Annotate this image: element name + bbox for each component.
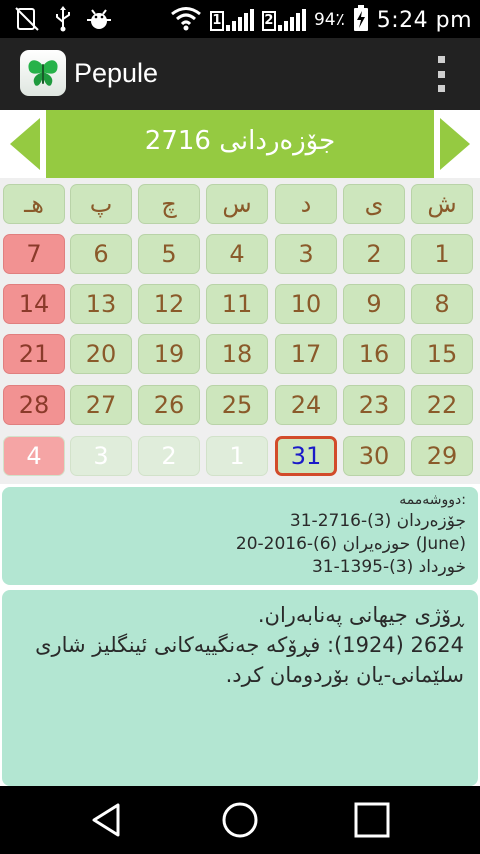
battery-charging-icon bbox=[353, 4, 369, 36]
day-cell[interactable]: 27 bbox=[70, 385, 132, 425]
sim2-label: 2 bbox=[261, 11, 276, 31]
chevron-left-icon bbox=[10, 118, 40, 170]
month-title: جۆزەردانی 2716 bbox=[144, 126, 336, 156]
day-cell-next-month[interactable]: 2 bbox=[138, 436, 200, 476]
overflow-menu-icon[interactable] bbox=[438, 56, 446, 92]
no-sim-icon bbox=[14, 6, 40, 36]
usb-icon bbox=[54, 6, 72, 36]
day-cell-next-month[interactable]: 3 bbox=[70, 436, 132, 476]
signal-icon bbox=[277, 9, 306, 31]
sim1-label: 1 bbox=[209, 11, 224, 31]
day-cell-weekend[interactable]: 21 bbox=[3, 334, 65, 374]
weekday-header: د bbox=[275, 184, 337, 224]
back-icon[interactable] bbox=[88, 800, 128, 840]
day-cell-weekend[interactable]: 7 bbox=[3, 234, 65, 274]
weekday-header: پ bbox=[70, 184, 132, 224]
home-icon[interactable] bbox=[220, 800, 260, 840]
signal-icon bbox=[225, 9, 254, 31]
calendar-grid: ش ی د س چ پ هـ 1 2 3 4 5 6 7 8 9 10 11 1… bbox=[0, 178, 480, 484]
month-header: جۆزەردانی 2716 bbox=[0, 110, 480, 178]
day-cell[interactable]: 12 bbox=[138, 284, 200, 324]
day-cell[interactable]: 1 bbox=[411, 234, 473, 274]
day-cell[interactable]: 20 bbox=[70, 334, 132, 374]
day-cell-next-month[interactable]: 1 bbox=[206, 436, 268, 476]
day-cell[interactable]: 6 bbox=[70, 234, 132, 274]
day-cell[interactable]: 3 bbox=[275, 234, 337, 274]
day-cell[interactable]: 30 bbox=[343, 436, 405, 476]
day-cell[interactable]: 19 bbox=[138, 334, 200, 374]
weekday-header: چ bbox=[138, 184, 200, 224]
prev-month-button[interactable] bbox=[0, 110, 46, 178]
day-cell[interactable]: 23 bbox=[343, 385, 405, 425]
battery-percent: 94٪ bbox=[313, 10, 345, 30]
day-cell[interactable]: 8 bbox=[411, 284, 473, 324]
day-cell[interactable]: 17 bbox=[275, 334, 337, 374]
day-cell[interactable]: 22 bbox=[411, 385, 473, 425]
day-cell-weekend[interactable]: 14 bbox=[3, 284, 65, 324]
navigation-bar bbox=[0, 786, 480, 854]
day-cell[interactable]: 13 bbox=[70, 284, 132, 324]
wifi-icon bbox=[170, 5, 202, 35]
event-line: سلێمانی-یان بۆردومان کرد. bbox=[225, 663, 464, 687]
sim2-signal: 2 bbox=[261, 9, 306, 31]
status-right-icons: 1 2 94٪ 5:24 pm bbox=[170, 4, 472, 36]
clock: 5:24 pm bbox=[376, 7, 472, 33]
butterfly-icon bbox=[20, 50, 66, 96]
next-month-button[interactable] bbox=[434, 110, 480, 178]
day-cell[interactable]: 25 bbox=[206, 385, 268, 425]
day-cell[interactable]: 15 bbox=[411, 334, 473, 374]
day-cell[interactable]: 11 bbox=[206, 284, 268, 324]
day-cell-weekend[interactable]: 28 bbox=[3, 385, 65, 425]
event-line: 2624 (1924): فڕۆکە جەنگییەکانی ئینگلیز ش… bbox=[35, 633, 464, 657]
date-info-panel: دووشەممە: 31-جۆزەردان (3)-2716 20-حوزەیر… bbox=[2, 487, 478, 585]
day-cell-next-month-weekend[interactable]: 4 bbox=[3, 436, 65, 476]
weekday-header: س bbox=[206, 184, 268, 224]
weekday-label: دووشەممە: bbox=[399, 492, 466, 508]
android-debug-icon bbox=[86, 6, 112, 36]
day-cell-today[interactable]: 31 bbox=[275, 436, 337, 476]
day-cell[interactable]: 24 bbox=[275, 385, 337, 425]
day-cell[interactable]: 10 bbox=[275, 284, 337, 324]
day-cell[interactable]: 4 bbox=[206, 234, 268, 274]
app-title: Pepule bbox=[74, 58, 159, 88]
gregorian-date: 20-حوزەیران (6)-2016 (June) bbox=[235, 534, 466, 554]
app-bar: Pepule bbox=[0, 38, 480, 110]
event-line: ڕۆژی جیهانی پەنابەران. bbox=[257, 603, 464, 627]
status-bar: 1 2 94٪ 5:24 pm bbox=[0, 0, 480, 38]
kurdish-date: 31-جۆزەردان (3)-2716 bbox=[289, 511, 466, 531]
chevron-right-icon bbox=[440, 118, 470, 170]
weekday-header: هـ bbox=[3, 184, 65, 224]
weekday-header: ی bbox=[343, 184, 405, 224]
sim1-signal: 1 bbox=[209, 9, 254, 31]
day-cell[interactable]: 29 bbox=[411, 436, 473, 476]
weekday-header: ش bbox=[411, 184, 473, 224]
status-left-icons bbox=[14, 6, 112, 36]
events-panel: ڕۆژی جیهانی پەنابەران. 2624 (1924): فڕۆک… bbox=[2, 590, 478, 786]
day-cell[interactable]: 26 bbox=[138, 385, 200, 425]
day-cell[interactable]: 16 bbox=[343, 334, 405, 374]
persian-date: 31-خورداد (3)-1395 bbox=[311, 557, 466, 577]
day-cell[interactable]: 18 bbox=[206, 334, 268, 374]
day-cell[interactable]: 5 bbox=[138, 234, 200, 274]
day-cell[interactable]: 2 bbox=[343, 234, 405, 274]
recents-icon[interactable] bbox=[352, 800, 392, 840]
day-cell[interactable]: 9 bbox=[343, 284, 405, 324]
